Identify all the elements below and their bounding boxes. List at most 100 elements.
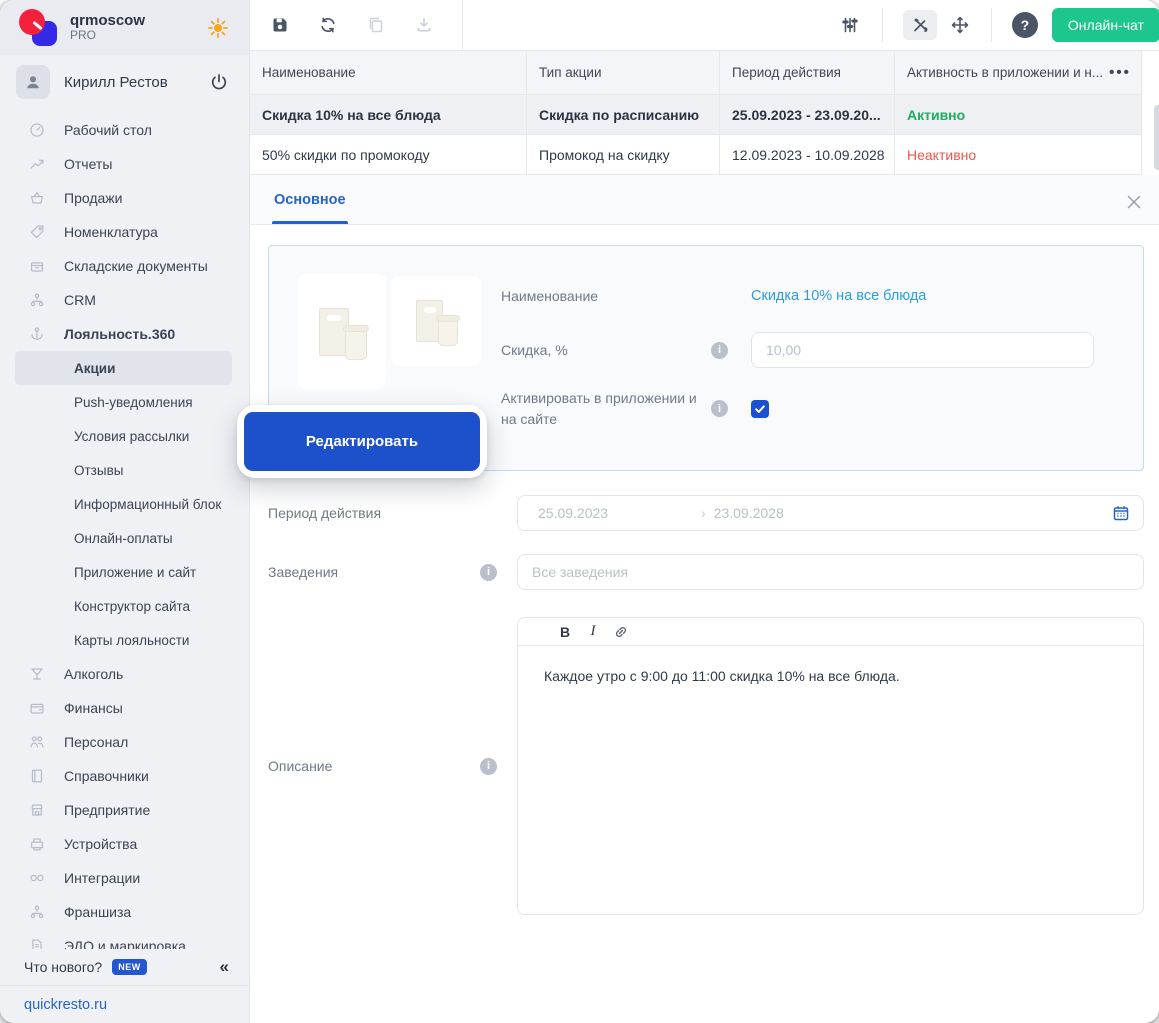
sidebar-item-enterprise[interactable]: Предприятие: [0, 793, 249, 827]
move-button[interactable]: [943, 10, 977, 40]
sidebar-item-edo[interactable]: ЭДО и маркировка: [0, 929, 249, 949]
table-row[interactable]: 50% скидки по промокоду Промокод на скид…: [250, 135, 1141, 175]
sidebar-item-site-builder[interactable]: Конструктор сайта: [0, 589, 249, 623]
col-activity[interactable]: Активность в приложении и н... •••: [895, 51, 1141, 94]
activate-label: Активировать в приложении и на сайте: [501, 388, 701, 429]
col-name[interactable]: Наименование: [250, 51, 527, 94]
col-period[interactable]: Период действия: [720, 51, 895, 94]
description-label: Описание: [268, 756, 480, 776]
whats-new-row[interactable]: Что нового? NEW «: [0, 949, 249, 985]
period-label: Период действия: [268, 503, 480, 523]
promo-image[interactable]: [391, 276, 481, 366]
sidebar-item-mailing[interactable]: Условия рассылки: [0, 419, 249, 453]
new-badge: NEW: [112, 959, 147, 975]
tools-button[interactable]: [903, 10, 937, 40]
workspace-name: qrmoscow: [70, 12, 145, 29]
table-menu-icon[interactable]: •••: [1103, 64, 1131, 81]
sidebar-item-franchise[interactable]: Франшиза: [0, 895, 249, 929]
close-icon[interactable]: [1124, 192, 1144, 212]
sidebar-item-nomenclature[interactable]: Номенклатура: [0, 215, 249, 249]
sidebar-item-push[interactable]: Push-уведомления: [0, 385, 249, 419]
main-area: ? Онлайн-чат Наименование Тип акции Пери…: [250, 0, 1159, 1023]
sidebar-item-alcohol[interactable]: Алкоголь: [0, 657, 249, 691]
toolbar-separator: [991, 8, 992, 42]
bold-button[interactable]: B: [556, 624, 574, 640]
period-input[interactable]: 25.09.2023 › 23.09.2028: [517, 495, 1144, 531]
sidebar-item-finance[interactable]: Финансы: [0, 691, 249, 725]
venues-input[interactable]: [517, 554, 1144, 590]
user-name: Кирилл Рестов: [64, 74, 168, 91]
description-text[interactable]: Каждое утро с 9:00 до 11:00 скидка 10% н…: [518, 646, 1143, 914]
help-button[interactable]: ?: [1012, 12, 1038, 38]
calendar-icon[interactable]: [1111, 503, 1131, 523]
sidebar-item-desktop[interactable]: Рабочий стол: [0, 113, 249, 147]
tag-icon: [28, 223, 46, 241]
description-editor: B I Каждое утро с 9:00 до 11:00 скидка 1…: [517, 617, 1144, 915]
info-icon[interactable]: i: [711, 342, 728, 359]
theme-sun-icon[interactable]: [207, 17, 229, 39]
sidebar-item-loyalty-cards[interactable]: Карты лояльности: [0, 623, 249, 657]
download-icon[interactable]: [414, 15, 434, 35]
sidebar-item-crm[interactable]: CRM: [0, 283, 249, 317]
sidebar-item-online-payments[interactable]: Онлайн-оплаты: [0, 521, 249, 555]
sidebar-item-reports[interactable]: Отчеты: [0, 147, 249, 181]
quickresto-link[interactable]: quickresto.ru: [0, 985, 249, 1023]
martini-icon: [28, 665, 46, 683]
table-scrollbar[interactable]: [1154, 105, 1159, 170]
link-button[interactable]: [612, 623, 630, 641]
activate-checkbox[interactable]: [751, 400, 769, 418]
promo-image[interactable]: [298, 274, 386, 389]
save-icon[interactable]: [270, 15, 290, 35]
tools-icon: [910, 15, 930, 35]
toolbar-separator: [882, 8, 883, 42]
table-row[interactable]: Скидка 10% на все блюда Скидка по распис…: [250, 95, 1141, 135]
tab-main[interactable]: Основное: [272, 192, 348, 224]
app-window: qrmoscow PRO Кирилл Рестов: [0, 0, 1159, 1023]
italic-button[interactable]: I: [584, 623, 602, 640]
edit-button[interactable]: Редактировать: [244, 412, 480, 471]
copy-icon[interactable]: [366, 15, 386, 35]
refresh-icon[interactable]: [318, 15, 338, 35]
org-tree-icon: [28, 903, 46, 921]
user-row: Кирилл Рестов: [0, 59, 249, 105]
sidebar-item-loyalty[interactable]: Лояльность.360: [0, 317, 249, 351]
sidebar-nav: Рабочий стол Отчеты Продажи Номенклатура…: [0, 105, 249, 949]
info-icon[interactable]: i: [711, 400, 728, 417]
sidebar-item-directories[interactable]: Справочники: [0, 759, 249, 793]
sidebar-item-reviews[interactable]: Отзывы: [0, 453, 249, 487]
sidebar-item-app-site[interactable]: Приложение и сайт: [0, 555, 249, 589]
sidebar-item-integrations[interactable]: Интеграции: [0, 861, 249, 895]
online-chat-button[interactable]: Онлайн-чат: [1052, 8, 1159, 42]
richtext-toolbar: B I: [518, 618, 1143, 646]
quickresto-logo-icon: [16, 7, 60, 49]
col-type[interactable]: Тип акции: [527, 51, 720, 94]
plan-badge: PRO: [70, 29, 145, 43]
table-header: Наименование Тип акции Период действия А…: [250, 51, 1141, 95]
toolbar-separator: [462, 0, 463, 50]
info-icon[interactable]: i: [480, 758, 497, 775]
filter-sliders-icon[interactable]: [840, 15, 860, 35]
sidebar-item-infoblock[interactable]: Информационный блок: [0, 487, 249, 521]
sidebar-item-staff[interactable]: Персонал: [0, 725, 249, 759]
promo-name-link[interactable]: Скидка 10% на все блюда: [751, 288, 926, 304]
anchor-icon: [28, 325, 46, 343]
sidebar-item-promotions[interactable]: Акции: [15, 351, 232, 385]
infinity-icon: [28, 869, 46, 887]
hierarchy-icon: [28, 291, 46, 309]
status-badge: Активно: [907, 107, 965, 123]
sidebar-item-devices[interactable]: Устройства: [0, 827, 249, 861]
storefront-icon: [28, 801, 46, 819]
box-icon: [28, 257, 46, 275]
sidebar-item-sales[interactable]: Продажи: [0, 181, 249, 215]
sidebar-footer: Что нового? NEW « quickresto.ru: [0, 949, 249, 1023]
user-avatar[interactable]: [16, 65, 50, 99]
sidebar-item-warehouse[interactable]: Складские документы: [0, 249, 249, 283]
move-icon: [950, 15, 970, 35]
collapse-sidebar-icon[interactable]: «: [220, 957, 229, 977]
sidebar: qrmoscow PRO Кирилл Рестов: [0, 0, 250, 1023]
discount-label: Скидка, %: [501, 340, 711, 360]
venues-label: Заведения: [268, 562, 480, 582]
info-icon[interactable]: i: [480, 564, 497, 581]
discount-input[interactable]: [751, 332, 1094, 368]
logout-power-icon[interactable]: [209, 72, 229, 92]
